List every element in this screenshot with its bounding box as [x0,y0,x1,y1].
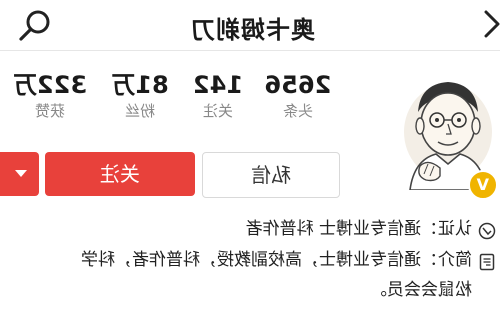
profile-screen: 奥卡姆剃刀 V 2656 头条 142 关注 81万 粉丝 322万 获赞 私信… [0,0,500,309]
intro-text-line-2: 松鼠会会员。 [370,280,472,300]
back-arrow-icon[interactable] [476,8,500,40]
follow-button[interactable]: 关注 [45,152,195,196]
stat-headlines[interactable]: 2656 头条 [258,70,338,122]
stat-label: 关注 [203,102,234,120]
stat-likes[interactable]: 322万 获赞 [10,70,90,122]
chevron-down-icon [15,170,27,177]
stat-following[interactable]: 142 关注 [178,70,258,122]
page-title: 奥卡姆剃刀 [190,16,315,44]
stat-label: 粉丝 [125,102,156,120]
more-options-button[interactable] [0,152,39,196]
stat-value: 81万 [111,71,169,99]
certification-text: 认证：通信专业博士 科普作者 [245,219,472,239]
stat-value: 322万 [12,71,88,99]
mirrored-view: 奥卡姆剃刀 V 2656 头条 142 关注 81万 粉丝 322万 获赞 私信… [0,0,500,309]
stat-label: 获赞 [35,102,66,120]
stat-value: 142 [192,71,244,99]
message-button[interactable]: 私信 [202,152,340,198]
intro-document-icon [478,253,496,271]
certification-check-icon [478,222,496,240]
stat-followers[interactable]: 81万 粉丝 [100,70,180,122]
stat-label: 头条 [283,102,314,120]
search-icon[interactable] [18,8,52,42]
stat-value: 2656 [264,71,332,99]
intro-text-line-1: 简介：通信专业博士，高校副教授，科普作者，科学 [81,250,472,270]
verified-badge-letter: V [476,175,490,194]
verified-badge-icon: V [468,170,498,200]
header-divider [0,50,500,51]
